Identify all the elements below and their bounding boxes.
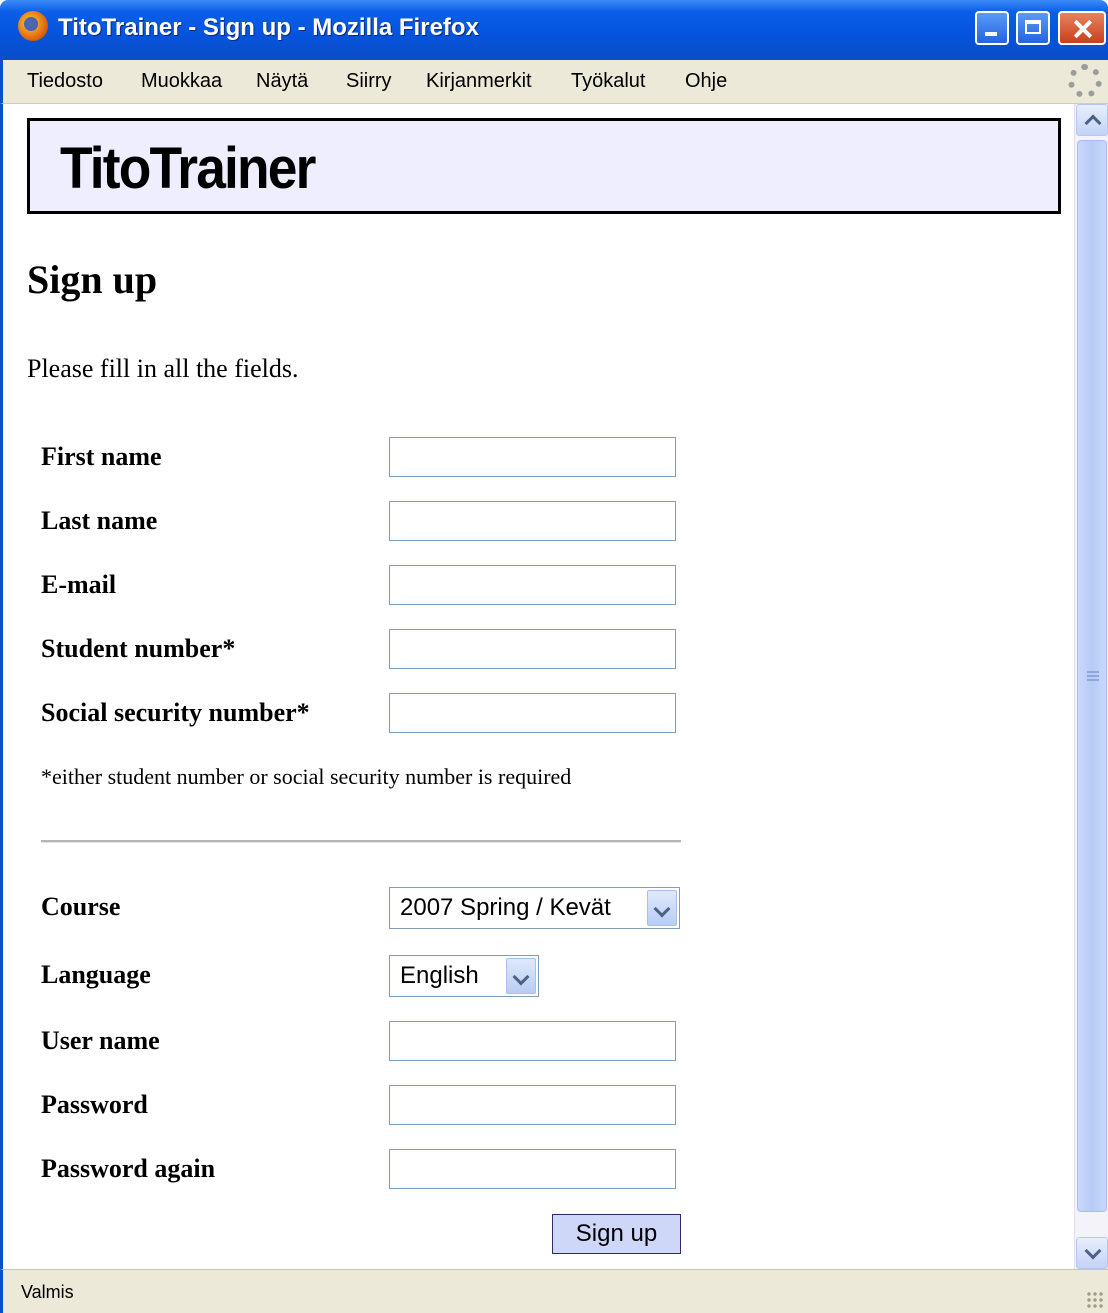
- resize-grip-icon[interactable]: [1086, 1291, 1104, 1309]
- first-name-field[interactable]: [389, 437, 676, 477]
- password-again-field[interactable]: [389, 1149, 676, 1189]
- language-label: Language: [41, 960, 151, 989]
- required-note: *either student number or social securit…: [41, 764, 572, 789]
- student-number-label: Student number*: [41, 634, 236, 663]
- scroll-down-icon[interactable]: [1076, 1237, 1108, 1269]
- chevron-down-icon[interactable]: [506, 958, 536, 994]
- student-number-field[interactable]: [389, 629, 676, 669]
- menu-bar: Tiedosto Muokkaa Näytä Siirry Kirjanmerk…: [0, 60, 1108, 104]
- email-label: E-mail: [41, 570, 117, 599]
- course-select[interactable]: 2007 Spring / Kevät: [389, 887, 680, 929]
- intro-text: Please fill in all the fields.: [27, 354, 299, 383]
- language-selected-value: English: [400, 962, 479, 989]
- vertical-scrollbar[interactable]: [1074, 104, 1108, 1269]
- form-divider: [41, 840, 681, 843]
- menu-bookmarks[interactable]: Kirjanmerkit: [426, 70, 532, 93]
- course-selected-value: 2007 Spring / Kevät: [400, 894, 611, 921]
- menu-help[interactable]: Ohje: [685, 70, 727, 93]
- site-logo-text: TitoTrainer: [60, 136, 316, 201]
- sign-up-button[interactable]: Sign up: [552, 1214, 681, 1254]
- minimize-button[interactable]: [975, 11, 1009, 45]
- grip-icon: [1087, 671, 1099, 683]
- email-field[interactable]: [389, 565, 676, 605]
- chevron-down-icon[interactable]: [647, 890, 677, 926]
- last-name-label: Last name: [41, 506, 158, 535]
- password-label: Password: [41, 1090, 148, 1119]
- ssn-label: Social security number*: [41, 698, 310, 727]
- last-name-field[interactable]: [389, 501, 676, 541]
- menu-edit[interactable]: Muokkaa: [141, 70, 222, 93]
- password-field[interactable]: [389, 1085, 676, 1125]
- username-label: User name: [41, 1026, 160, 1055]
- page-content: TitoTrainer Sign up Please fill in all t…: [0, 104, 1074, 1269]
- course-label: Course: [41, 892, 121, 921]
- title-bar: TitoTrainer - Sign up - Mozilla Firefox: [0, 0, 1108, 60]
- menu-view[interactable]: Näytä: [256, 70, 308, 93]
- maximize-button[interactable]: [1016, 11, 1050, 45]
- throbber-icon: [1068, 64, 1102, 98]
- first-name-label: First name: [41, 442, 162, 471]
- ssn-field[interactable]: [389, 693, 676, 733]
- username-field[interactable]: [389, 1021, 676, 1061]
- window-title: TitoTrainer - Sign up - Mozilla Firefox: [58, 14, 479, 41]
- menu-go[interactable]: Siirry: [346, 70, 392, 93]
- menu-tools[interactable]: Työkalut: [571, 70, 645, 93]
- scroll-thumb[interactable]: [1077, 140, 1107, 1212]
- scroll-up-icon[interactable]: [1076, 104, 1108, 136]
- firefox-icon: [18, 11, 48, 41]
- language-select[interactable]: English: [389, 955, 539, 997]
- close-button[interactable]: [1058, 11, 1106, 45]
- page-title: Sign up: [27, 257, 158, 302]
- site-banner: TitoTrainer: [27, 118, 1061, 214]
- password-again-label: Password again: [41, 1154, 216, 1183]
- menu-file[interactable]: Tiedosto: [27, 70, 103, 93]
- status-bar: Valmis: [0, 1269, 1108, 1313]
- status-text: Valmis: [21, 1282, 74, 1302]
